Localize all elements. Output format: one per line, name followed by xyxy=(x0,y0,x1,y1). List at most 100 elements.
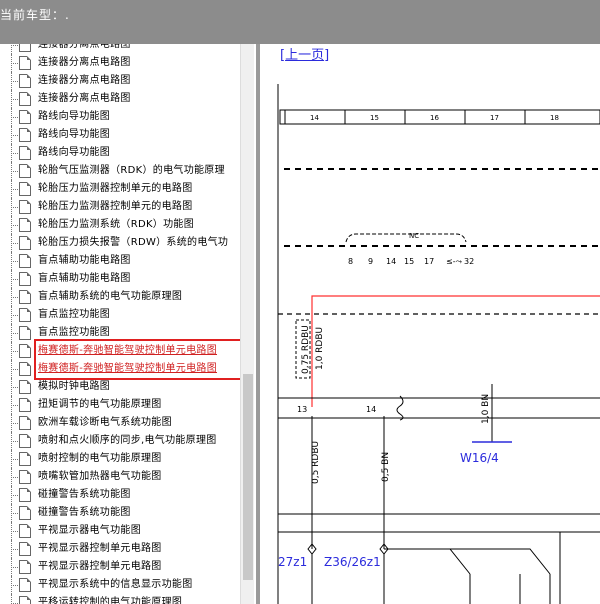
pin-arrow: ≤-⤳ xyxy=(446,257,463,266)
tree-item[interactable]: 喷射控制的电气功能原理图 xyxy=(4,450,240,468)
document-icon xyxy=(19,470,31,484)
tree-item-label: 扭矩调节的电气功能原理图 xyxy=(38,399,162,410)
top-bar: 当前车型：. xyxy=(0,0,600,44)
tree-connector xyxy=(4,522,18,540)
tree-connector xyxy=(4,468,18,486)
tree-connector xyxy=(4,540,18,558)
tree-connector xyxy=(4,378,18,396)
tree-item[interactable]: 盲点辅助系统的电气功能原理图 xyxy=(4,288,240,306)
tree-item[interactable]: 碰撞警告系统功能图 xyxy=(4,486,240,504)
tree-connector xyxy=(4,360,18,378)
document-icon xyxy=(19,146,31,160)
wire-label-1a: 0,75 RDBU xyxy=(301,325,311,374)
tree-item[interactable]: 喷嘴软管加热器电气功能图 xyxy=(4,468,240,486)
document-icon xyxy=(19,308,31,322)
ruler-number: 14 xyxy=(310,114,319,122)
tree-item-label: 连接器分离点电路图 xyxy=(38,75,131,86)
document-icon xyxy=(19,542,31,556)
tree-connector xyxy=(4,72,18,90)
tree-item[interactable]: 轮胎气压监测器（RDK）的电气功能原理 xyxy=(4,162,240,180)
tree-item-label: 连接器分离点电路图 xyxy=(38,93,131,104)
connector-pin: 8 xyxy=(348,257,353,266)
tree-connector xyxy=(4,396,18,414)
document-icon xyxy=(19,398,31,412)
tree-connector xyxy=(4,432,18,450)
tree-item-label: 轮胎压力监测器控制单元的电路图 xyxy=(38,183,193,194)
nc-label: NC xyxy=(409,232,419,240)
tree-item-label: 轮胎压力损失报警（RDW）系统的电气功 xyxy=(38,237,229,248)
ground-label: W16/4 xyxy=(460,451,499,465)
tree-item-label: 喷嘴软管加热器电气功能图 xyxy=(38,471,162,482)
tree-item[interactable]: 连接器分离点电路图 xyxy=(4,54,240,72)
document-tree: 连接器分离点电路图 连接器分离点电路图 连接器分离点电路图 连接器分离点电路图 路线向导… xyxy=(0,44,256,604)
wire-label-3: 0,5 RDBU xyxy=(311,441,321,484)
tree-item[interactable]: 碰撞警告系统功能图 xyxy=(4,504,240,522)
ruler-number: 16 xyxy=(430,114,439,122)
ruler-number: 18 xyxy=(550,114,559,122)
tree-connector xyxy=(4,450,18,468)
tree-item[interactable]: 欧洲车载诊断电气系统功能图 xyxy=(4,414,240,432)
tree-connector xyxy=(4,144,18,162)
tree-item[interactable]: 平视显示系统中的信息显示功能图 xyxy=(4,576,240,594)
document-icon xyxy=(19,236,31,250)
tree-connector xyxy=(4,198,18,216)
tree-item[interactable]: 连接器分离点电路图 xyxy=(4,44,240,54)
tree-item[interactable]: 平视显示器控制单元电路图 xyxy=(4,558,240,576)
tree-item[interactable]: 盲点辅助功能电路图 xyxy=(4,270,240,288)
document-icon xyxy=(19,92,31,106)
tree-item[interactable]: 平视显示器控制单元电路图 xyxy=(4,540,240,558)
document-icon xyxy=(19,44,31,52)
tree-item[interactable]: 模拟时钟电路图 xyxy=(4,378,240,396)
tree-item[interactable]: 盲点辅助功能电路图 xyxy=(4,252,240,270)
tree-item-label: 连接器分离点电路图 xyxy=(38,57,131,68)
tree-item[interactable]: 平移运转控制的电气功能原理图 xyxy=(4,594,240,604)
tree-item[interactable]: 连接器分离点电路图 xyxy=(4,90,240,108)
document-icon xyxy=(19,272,31,286)
tree-item[interactable]: 盲点监控功能图 xyxy=(4,306,240,324)
tree-connector xyxy=(4,558,18,576)
document-viewer: 上一页 1415161718 NC 8914151732 ≤-⤳ 0,75 RD… xyxy=(260,44,600,604)
wire-label-4: 0,5 BN xyxy=(381,452,391,482)
tree-connector xyxy=(4,414,18,432)
tree-item-label: 轮胎压力监测系统（RDK）功能图 xyxy=(38,219,195,230)
tree-connector xyxy=(4,576,18,594)
tree-item[interactable]: 轮胎压力损失报警（RDW）系统的电气功 xyxy=(4,234,240,252)
tree-item-label: 路线向导功能图 xyxy=(38,129,111,140)
tree-item[interactable]: 路线向导功能图 xyxy=(4,126,240,144)
tree-item-label: 路线向导功能图 xyxy=(38,147,111,158)
tree-item-label: 盲点辅助系统的电气功能原理图 xyxy=(38,291,183,302)
tree-item-label: 轮胎压力监测器控制单元的电路图 xyxy=(38,201,193,212)
tree-item-label: 碰撞警告系统功能图 xyxy=(38,507,131,518)
connector-pin: 17 xyxy=(424,257,434,266)
tree-connector xyxy=(4,270,18,288)
tree-item[interactable]: 路线向导功能图 xyxy=(4,108,240,126)
tree-connector xyxy=(4,54,18,72)
tree-item[interactable]: 路线向导功能图 xyxy=(4,144,240,162)
connector-label-1: 27z1 xyxy=(278,555,307,569)
document-icon xyxy=(19,380,31,394)
tree-item-label: 喷射和点火顺序的同步,电气功能原理图 xyxy=(38,435,217,446)
tree-item[interactable]: 平视显示器电气功能图 xyxy=(4,522,240,540)
wire-label-2: 1,0 BN xyxy=(481,394,491,424)
tree-connector xyxy=(4,342,18,360)
document-icon xyxy=(19,596,31,604)
tree-item[interactable]: 喷射和点火顺序的同步,电气功能原理图 xyxy=(4,432,240,450)
tree-scrollbar[interactable] xyxy=(240,44,254,604)
tree-connector xyxy=(4,234,18,252)
connector-pin: 14 xyxy=(386,257,396,266)
tree-item[interactable]: 连接器分离点电路图 xyxy=(4,72,240,90)
document-icon xyxy=(19,56,31,70)
tree-item[interactable]: 轮胎压力监测器控制单元的电路图 xyxy=(4,180,240,198)
tree-item[interactable]: 扭矩调节的电气功能原理图 xyxy=(4,396,240,414)
document-icon xyxy=(19,182,31,196)
wire-label-1b: 1,0 RDBU xyxy=(315,327,325,370)
tree-connector xyxy=(4,90,18,108)
tree-item[interactable]: 轮胎压力监测系统（RDK）功能图 xyxy=(4,216,240,234)
connector-pin: 15 xyxy=(404,257,414,266)
tree-item-label: 平移运转控制的电气功能原理图 xyxy=(38,597,183,604)
tree-item-label: 轮胎气压监测器（RDK）的电气功能原理 xyxy=(38,165,225,176)
tree-item[interactable]: 轮胎压力监测器控制单元的电路图 xyxy=(4,198,240,216)
tree-item-label: 平视显示系统中的信息显示功能图 xyxy=(38,579,193,590)
scrollbar-thumb[interactable] xyxy=(243,374,253,580)
tree-item-label: 碰撞警告系统功能图 xyxy=(38,489,131,500)
